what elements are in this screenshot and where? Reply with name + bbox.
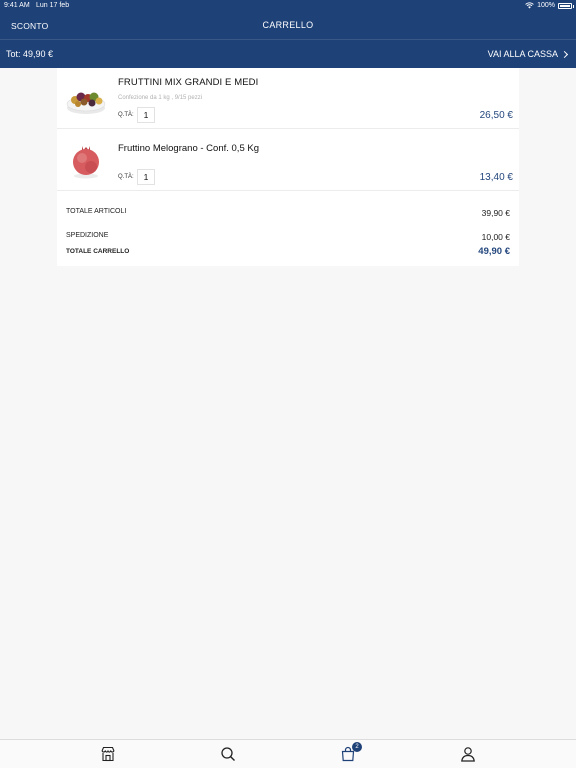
header: 9:41 AM Lun 17 feb 100% SCONTO CARRELLO …: [0, 0, 576, 68]
item-price: 13,40 €: [479, 172, 513, 183]
cart-card: FRUTTINI MIX GRANDI E MEDI Confezione da…: [57, 68, 519, 266]
page-title: CARRELLO: [262, 20, 314, 30]
status-right: 100%: [525, 2, 574, 9]
status-time: 9:41 AM: [4, 2, 30, 9]
wifi-icon: [525, 2, 534, 9]
tab-bar: 2: [0, 739, 576, 768]
app: 9:41 AM Lun 17 feb 100% SCONTO CARRELLO …: [0, 0, 576, 768]
cart-item[interactable]: FRUTTINI MIX GRANDI E MEDI Confezione da…: [57, 68, 519, 129]
cart-subbar: Tot: 49,90 € VAI ALLA CASSA: [0, 39, 576, 68]
battery-icon: [558, 2, 574, 9]
navbar: SCONTO CARRELLO: [0, 12, 576, 39]
qty-label: Q.TÀ:: [118, 112, 134, 118]
cart-item[interactable]: Fruttino Melograno - Conf. 0,5 Kg Q.TÀ: …: [57, 130, 519, 191]
battery-percent: 100%: [537, 2, 555, 9]
product-image-pomegranate: [73, 146, 99, 179]
item-description: Confezione da 1 kg , 9/15 pezzi: [118, 95, 203, 101]
shop-icon[interactable]: [100, 746, 116, 762]
articles-total-value: 39,90 €: [481, 208, 510, 218]
item-name: FRUTTINI MIX GRANDI E MEDI: [118, 77, 259, 88]
item-price: 26,50 €: [479, 110, 513, 121]
checkout-button[interactable]: VAI ALLA CASSA: [487, 49, 569, 59]
status-date: Lun 17 feb: [36, 2, 70, 9]
item-name: Fruttino Melograno - Conf. 0,5 Kg: [118, 143, 259, 154]
cart-total-label: TOTALE CARRELLO: [66, 248, 130, 255]
shipping-value: 10,00 €: [481, 232, 510, 242]
qty-input[interactable]: 1: [137, 169, 155, 185]
cart-total-value: 49,90 €: [478, 246, 510, 257]
checkout-label: VAI ALLA CASSA: [487, 49, 558, 59]
qty-input[interactable]: 1: [137, 107, 155, 123]
shipping-label: SPEDIZIONE: [66, 232, 109, 239]
status-bar: 9:41 AM Lun 17 feb 100%: [0, 0, 576, 12]
articles-total-label: TOTALE ARTICOLI: [66, 208, 127, 215]
product-image-fruit-mix: [66, 92, 106, 114]
search-icon[interactable]: [220, 746, 236, 762]
cart-total-header: Tot: 49,90 €: [6, 49, 54, 59]
qty-label: Q.TÀ:: [118, 174, 134, 180]
profile-icon[interactable]: [460, 746, 476, 762]
cart-badge: 2: [352, 742, 362, 752]
chevron-right-icon: [560, 50, 569, 58]
